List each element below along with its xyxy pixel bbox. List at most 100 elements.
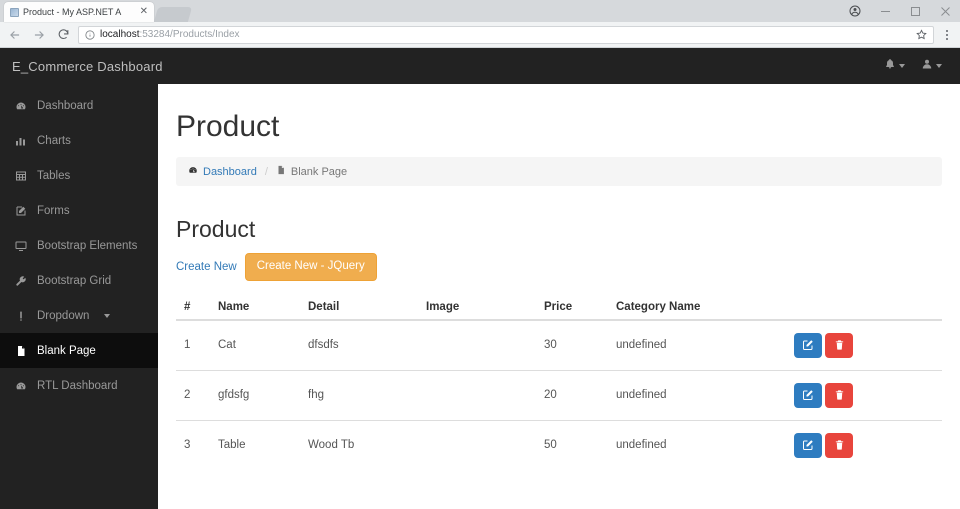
top-navbar: E_Commerce Dashboard — [0, 48, 960, 84]
user-icon — [921, 57, 933, 75]
cell-category: undefined — [608, 369, 786, 421]
sidebar-item-label: Dashboard — [37, 99, 94, 112]
list-icon — [14, 310, 28, 322]
sidebar-item-label: Dropdown — [37, 309, 90, 322]
close-icon[interactable] — [930, 0, 960, 22]
browser-tab[interactable]: Product - My ASP.NET A ✕ — [4, 2, 154, 22]
sidebar-item-dashboard[interactable]: Dashboard — [0, 88, 158, 123]
browser-titlebar: Product - My ASP.NET A ✕ — [0, 0, 960, 22]
delete-button[interactable] — [825, 332, 853, 358]
info-circle-icon[interactable] — [85, 29, 95, 40]
tab-title: Product - My ASP.NET A — [23, 6, 122, 17]
create-new-jquery-button[interactable]: Create New - JQuery — [244, 253, 377, 281]
cell-price: 30 — [536, 319, 608, 371]
cell-detail: Wood Tb — [300, 419, 418, 470]
cell-actions — [786, 369, 942, 421]
address-bar[interactable]: localhost:53284/Products/Index — [78, 25, 934, 44]
cell-num: 1 — [176, 319, 210, 371]
edit-form-icon — [14, 205, 28, 217]
sidebar-item-label: Bootstrap Grid — [37, 274, 112, 287]
trash-icon — [834, 439, 845, 451]
new-tab-button[interactable] — [153, 7, 193, 22]
tachometer-icon — [14, 380, 28, 392]
edit-button[interactable] — [794, 332, 822, 358]
breadcrumb-dashboard-link[interactable]: Dashboard — [188, 165, 257, 178]
cell-image — [418, 419, 536, 470]
star-icon[interactable] — [916, 29, 927, 40]
bar-chart-icon — [14, 135, 28, 147]
col-header-category: Category Name — [608, 294, 786, 321]
table-icon — [14, 170, 28, 182]
col-header-image: Image — [418, 294, 536, 321]
cell-image — [418, 369, 536, 421]
delete-button[interactable] — [825, 432, 853, 458]
breadcrumb-current: Blank Page — [276, 165, 347, 178]
col-header-name: Name — [210, 294, 300, 321]
create-new-link[interactable]: Create New — [176, 261, 237, 273]
page-title: Product — [176, 110, 280, 143]
product-table: # Name Detail Image Price Category Name — [176, 294, 942, 470]
breadcrumb: Dashboard / Blank Page — [176, 157, 942, 186]
back-arrow-icon[interactable] — [6, 26, 24, 44]
delete-button[interactable] — [825, 382, 853, 408]
navbar-brand[interactable]: E_Commerce Dashboard — [12, 59, 163, 74]
tab-strip: Product - My ASP.NET A ✕ — [0, 0, 193, 22]
sidebar-item-tables[interactable]: Tables — [0, 158, 158, 193]
cell-actions — [786, 419, 942, 470]
page-favicon — [10, 7, 19, 17]
minimize-icon[interactable] — [870, 0, 900, 22]
maximize-icon[interactable] — [900, 0, 930, 22]
forward-arrow-icon[interactable] — [30, 26, 48, 44]
alerts-dropdown[interactable] — [884, 57, 905, 75]
cell-price: 20 — [536, 369, 608, 421]
trash-icon — [834, 389, 845, 401]
table-row: 2 gfdsfg fhg 20 undefined — [176, 369, 942, 421]
body-wrap: Dashboard Charts Tables Forms Bootstrap … — [0, 84, 960, 509]
sidebar-item-rtl-dashboard[interactable]: RTL Dashboard — [0, 368, 158, 403]
breadcrumb-separator: / — [264, 165, 268, 178]
col-header-num: # — [176, 294, 210, 321]
edit-button[interactable] — [794, 382, 822, 408]
col-header-detail: Detail — [300, 294, 418, 321]
sidebar-item-forms[interactable]: Forms — [0, 193, 158, 228]
cell-actions — [786, 319, 942, 371]
user-dropdown[interactable] — [921, 57, 942, 75]
chevron-down-icon — [104, 313, 111, 318]
three-dot-menu-icon[interactable] — [940, 29, 954, 40]
sidebar-item-label: Tables — [37, 169, 71, 182]
sidebar-item-dropdown[interactable]: Dropdown — [0, 298, 158, 333]
window-controls — [840, 0, 960, 22]
sidebar-item-bootstrap-elements[interactable]: Bootstrap Elements — [0, 228, 158, 263]
cell-num: 2 — [176, 369, 210, 421]
browser-window: Product - My ASP.NET A ✕ localhost:53284… — [0, 0, 960, 509]
file-icon — [14, 345, 28, 357]
profile-avatar-icon[interactable] — [840, 0, 870, 22]
navbar-right-menu — [884, 57, 948, 75]
edit-button[interactable] — [794, 432, 822, 458]
desktop-icon — [14, 240, 28, 252]
pencil-square-icon — [802, 339, 814, 351]
sidebar-item-blank-page[interactable]: Blank Page — [0, 333, 158, 368]
tab-close-icon[interactable]: ✕ — [138, 7, 150, 17]
row-actions — [794, 432, 934, 458]
row-actions — [794, 382, 934, 408]
cell-name: Table — [210, 419, 300, 470]
sidebar-item-label: Blank Page — [37, 344, 96, 357]
cell-detail: fhg — [300, 369, 418, 421]
browser-toolbar: localhost:53284/Products/Index — [0, 22, 960, 48]
sidebar-item-label: RTL Dashboard — [37, 379, 118, 392]
table-head: # Name Detail Image Price Category Name — [176, 294, 942, 321]
reload-icon[interactable] — [54, 26, 72, 44]
breadcrumb-dashboard-label: Dashboard — [203, 165, 257, 178]
sidebar: Dashboard Charts Tables Forms Bootstrap … — [0, 84, 158, 509]
sidebar-item-label: Charts — [37, 134, 71, 147]
content-footer-space — [158, 469, 960, 509]
main-content: Product Dashboard / Blank Page Product C… — [158, 84, 960, 509]
chevron-down-icon — [899, 64, 905, 68]
sidebar-item-charts[interactable]: Charts — [0, 123, 158, 158]
bell-icon — [884, 57, 896, 75]
section-title: Product — [176, 216, 256, 242]
sidebar-item-bootstrap-grid[interactable]: Bootstrap Grid — [0, 263, 158, 298]
chevron-down-icon — [936, 64, 942, 68]
table-row: 1 Cat dfsdfs 30 undefined — [176, 319, 942, 371]
